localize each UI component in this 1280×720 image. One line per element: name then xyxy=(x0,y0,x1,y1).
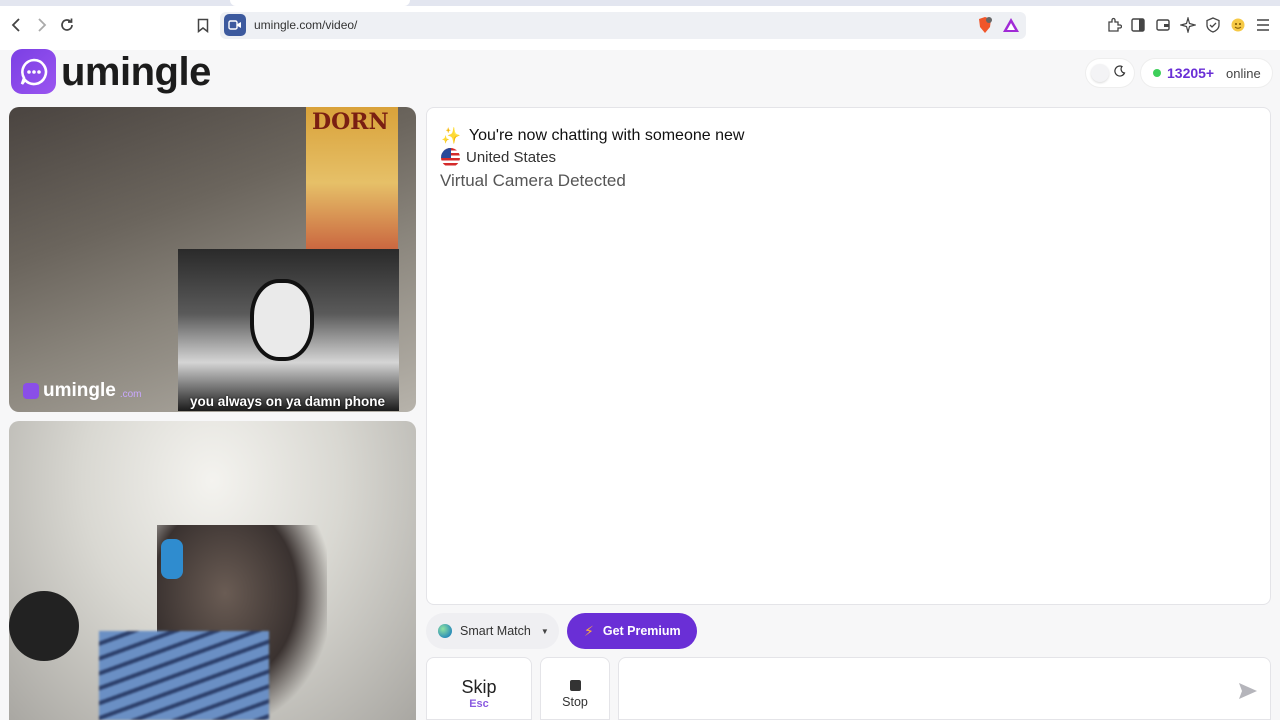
lightning-icon: ⚡ xyxy=(584,622,594,639)
menu-icon[interactable] xyxy=(1254,16,1272,34)
stop-label: Stop xyxy=(562,695,588,709)
skip-button[interactable]: Skip Esc xyxy=(426,657,532,720)
theme-toggle[interactable] xyxy=(1086,59,1134,87)
browser-toolbar: umingle.com/video/ xyxy=(0,0,1280,50)
stop-button[interactable]: Stop xyxy=(540,657,610,720)
headset-shape xyxy=(161,539,183,579)
active-tab[interactable] xyxy=(230,0,410,6)
chat-status-message: You're now chatting with someone new xyxy=(468,127,745,144)
leo-ai-icon[interactable] xyxy=(1179,16,1197,34)
partner-country: United States xyxy=(466,149,557,166)
brave-rewards-icon[interactable] xyxy=(1002,16,1020,34)
address-bar[interactable]: umingle.com/video/ xyxy=(220,12,1026,39)
sparkles-icon: ✨ xyxy=(441,128,461,145)
skip-shortcut-key: Esc xyxy=(469,698,489,710)
message-input[interactable] xyxy=(631,678,1221,702)
poster-image: DORN xyxy=(306,107,398,259)
microphone-shape xyxy=(9,591,79,661)
remote-video: DORN you always on ya damn phone umingle… xyxy=(9,107,416,412)
meme-image: you always on ya damn phone xyxy=(178,249,399,411)
stop-icon xyxy=(569,680,581,691)
toggle-knob xyxy=(1091,64,1109,82)
smart-match-dropdown[interactable]: Smart Match ▼ xyxy=(426,613,559,649)
online-status-dot xyxy=(1153,69,1161,77)
meme-face xyxy=(250,279,314,361)
get-premium-label: Get Premium xyxy=(602,624,681,638)
forward-icon[interactable] xyxy=(30,14,52,36)
skip-label: Skip xyxy=(461,677,497,697)
reload-icon[interactable] xyxy=(56,14,78,36)
online-label: online xyxy=(1226,66,1261,81)
poster-title: DORN xyxy=(312,109,389,135)
send-icon[interactable] xyxy=(1238,682,1258,700)
sidebar-icon[interactable] xyxy=(1129,16,1147,34)
bookmark-icon[interactable] xyxy=(192,14,214,36)
smart-match-label: Smart Match xyxy=(460,624,531,638)
url-text[interactable]: umingle.com/video/ xyxy=(254,18,357,32)
virtual-camera-notice: Virtual Camera Detected xyxy=(440,171,626,190)
video-watermark: umingle .com xyxy=(23,380,142,402)
brave-shields-icon[interactable] xyxy=(976,16,994,34)
us-flag-icon xyxy=(441,148,460,167)
watermark-text: umingle xyxy=(43,380,116,401)
chat-status-line: ✨ You're now chatting with someone new xyxy=(441,126,744,146)
site-camera-icon xyxy=(224,14,246,36)
wallet-icon[interactable] xyxy=(1154,16,1172,34)
watermark-suffix: .com xyxy=(119,388,142,400)
online-count-badge: 13205+ online xyxy=(1141,59,1272,87)
message-input-container[interactable] xyxy=(618,657,1271,720)
vpn-shield-icon[interactable] xyxy=(1204,16,1222,34)
profile-emoji-icon[interactable] xyxy=(1229,16,1247,34)
chat-panel: ✨ You're now chatting with someone new U… xyxy=(426,107,1271,605)
globe-icon xyxy=(438,624,452,638)
logo-text[interactable]: umingle xyxy=(61,50,211,95)
get-premium-button[interactable]: ⚡ Get Premium xyxy=(567,613,697,649)
extensions-icon[interactable] xyxy=(1105,16,1123,34)
meme-caption: you always on ya damn phone xyxy=(190,394,386,409)
chat-country-line: United States xyxy=(441,148,556,167)
caret-down-icon: ▼ xyxy=(540,626,549,636)
back-icon[interactable] xyxy=(6,14,28,36)
logo-chat-icon[interactable] xyxy=(11,49,56,94)
moon-icon xyxy=(1114,65,1126,80)
local-video xyxy=(9,421,416,720)
watermark-logo-icon xyxy=(23,383,39,399)
tab-strip xyxy=(0,0,1280,6)
online-count: 13205+ xyxy=(1167,65,1215,81)
shirt-shape xyxy=(99,631,269,720)
